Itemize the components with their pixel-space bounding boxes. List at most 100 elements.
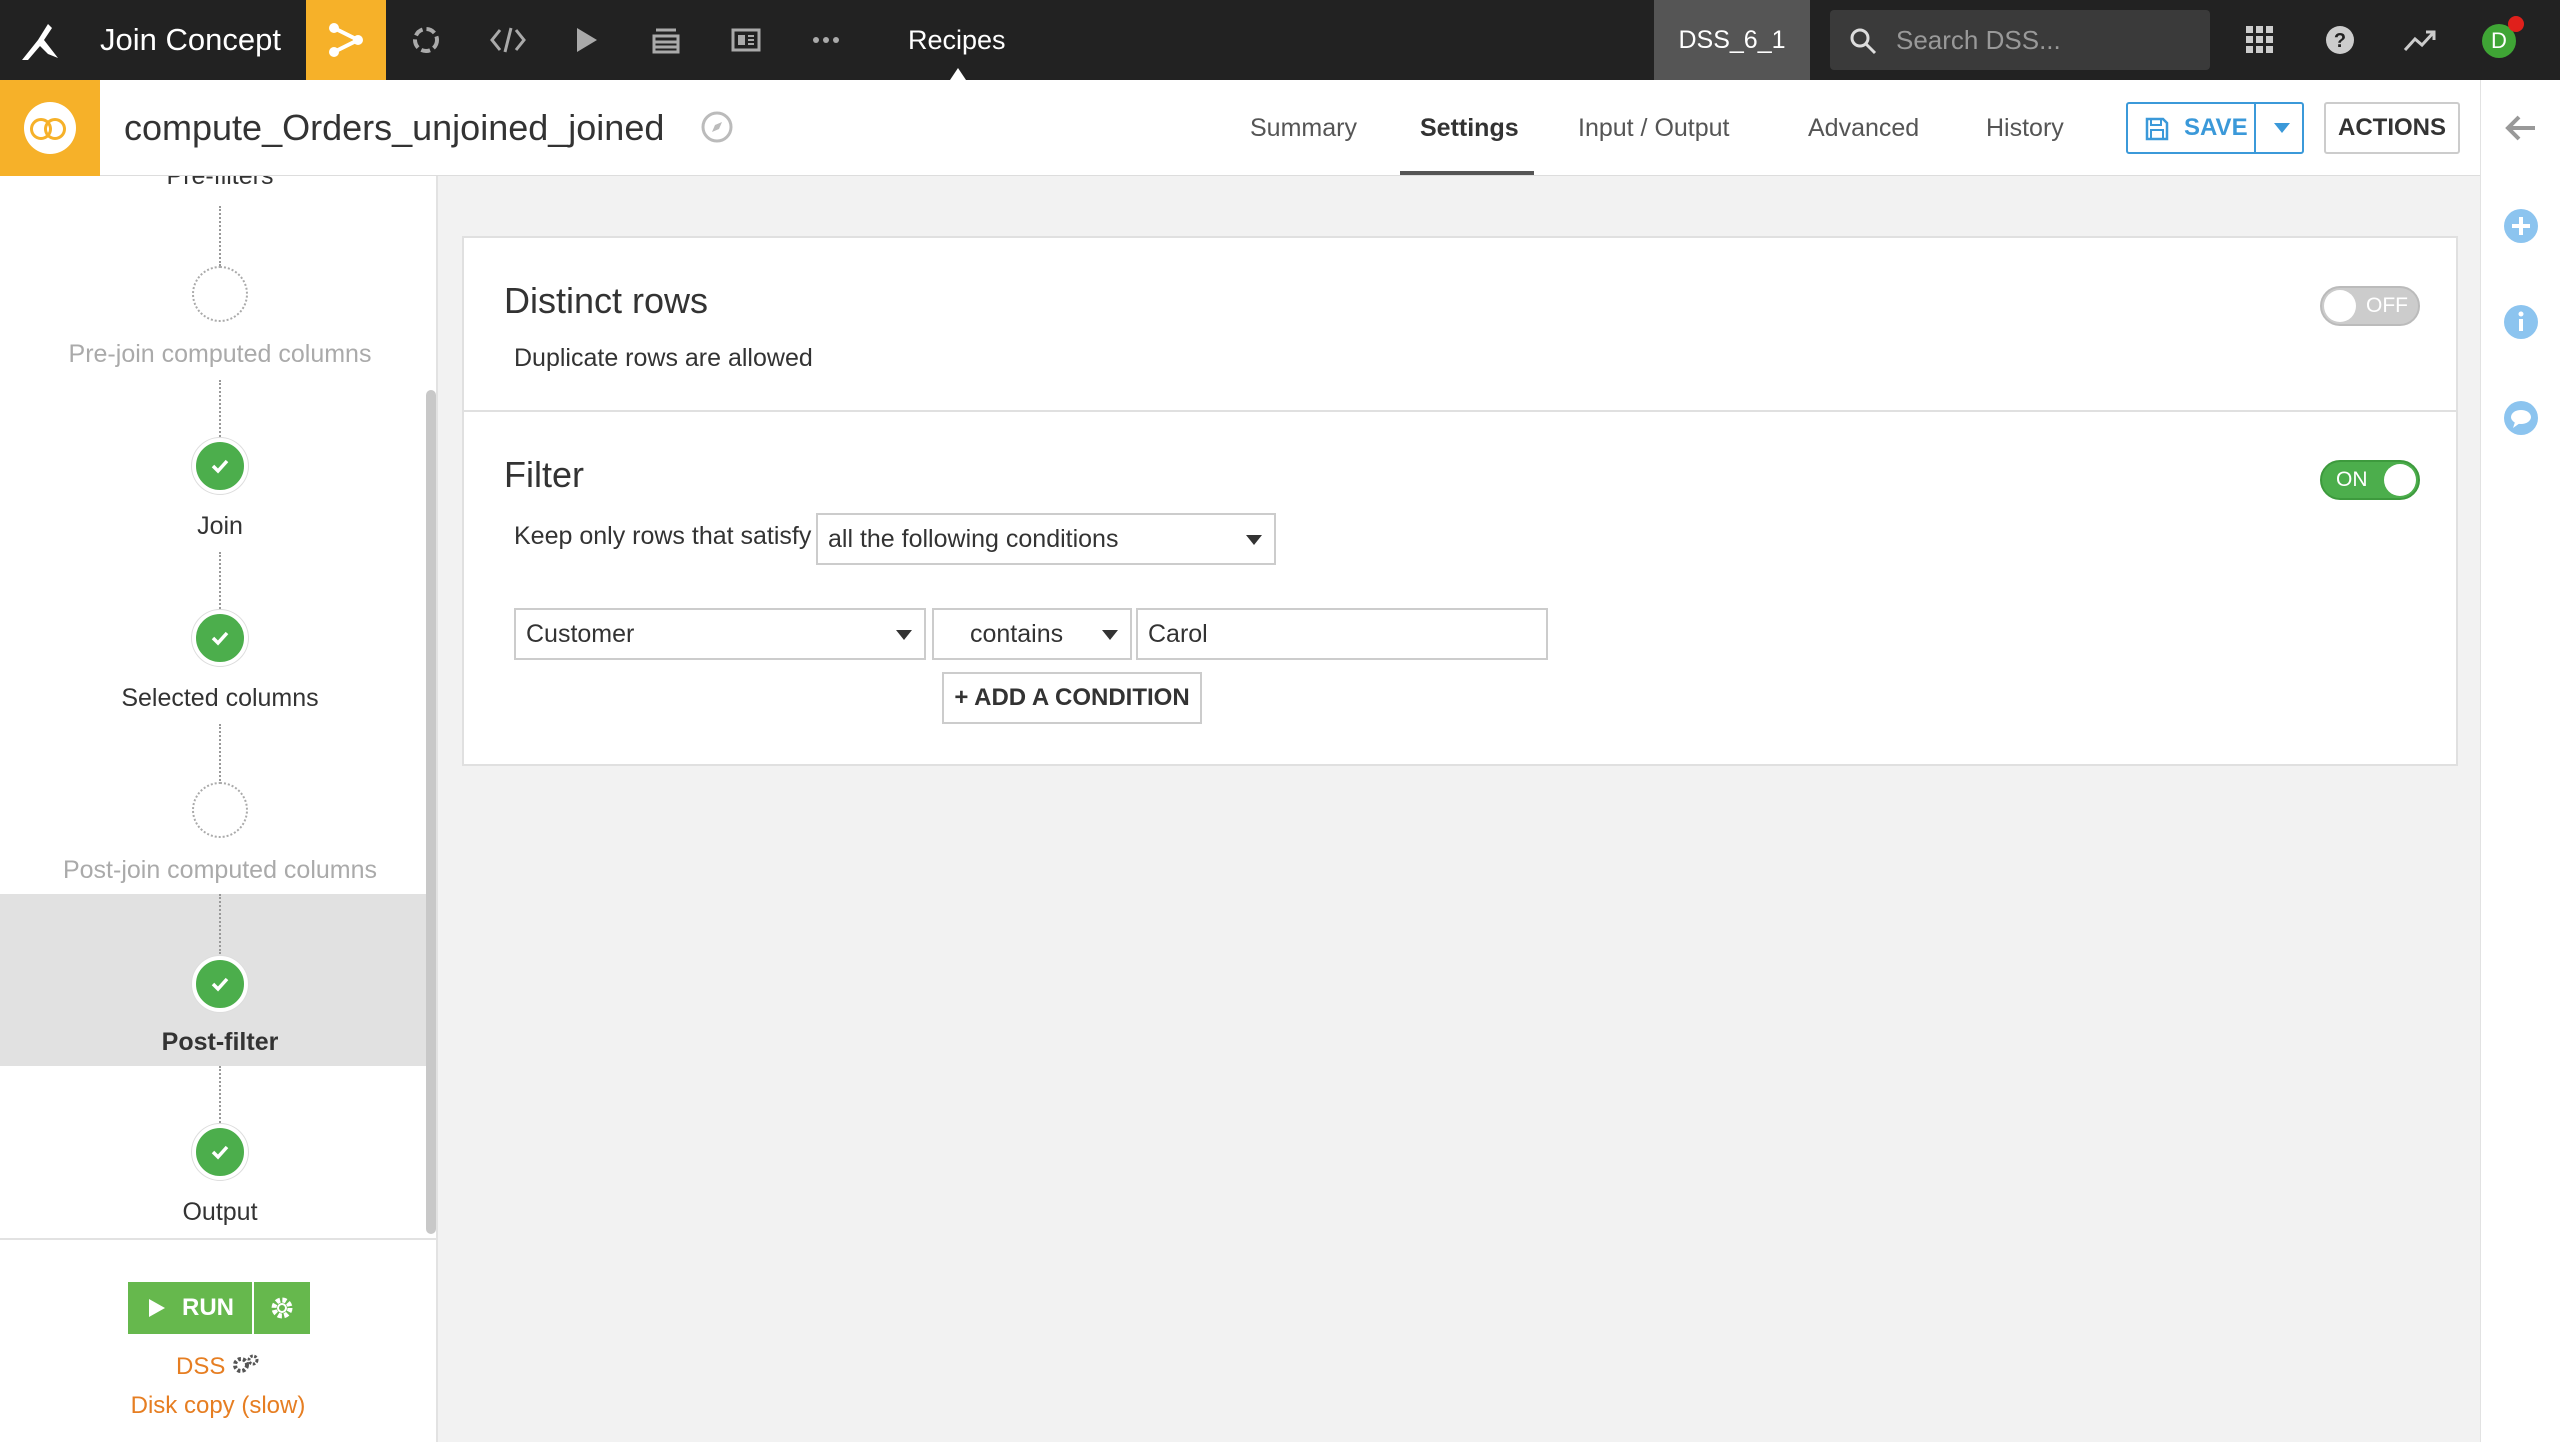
- step-status-done: [192, 438, 248, 494]
- distinct-rows-card: Distinct rows Duplicate rows are allowed…: [462, 236, 2458, 412]
- search-box[interactable]: [1830, 10, 2210, 70]
- step-join[interactable]: Join: [0, 412, 428, 584]
- toggle-label: ON: [2336, 468, 2368, 491]
- step-label-pre-filters[interactable]: Pre-filters: [0, 176, 436, 191]
- steps-scrollbar[interactable]: [426, 390, 436, 1234]
- step-connector: [219, 894, 221, 954]
- step-label: Selected columns: [121, 684, 319, 712]
- more-icon: [813, 37, 839, 43]
- step-label: Join: [197, 512, 243, 540]
- step-pre-join-computed-columns[interactable]: Pre-join computed columns: [0, 240, 428, 412]
- step-label: Pre-join computed columns: [68, 340, 372, 368]
- toggle-knob: [2384, 464, 2416, 496]
- run-button[interactable]: RUN: [128, 1282, 252, 1334]
- floppy-icon: [2145, 117, 2169, 141]
- stack-icon: [652, 28, 680, 54]
- help-button[interactable]: ?: [2300, 0, 2380, 80]
- help-icon: ?: [2326, 26, 2354, 54]
- search-input[interactable]: [1896, 10, 2196, 70]
- recipe-steps-panel: Pre-filters Pre-join computed columns Jo…: [0, 176, 438, 1442]
- chevron-down-icon: [1246, 535, 1262, 545]
- chat-bubble-icon[interactable]: [2501, 398, 2541, 438]
- code-icon: [490, 27, 526, 53]
- code-nav-button[interactable]: [466, 0, 546, 80]
- instance-badge[interactable]: DSS_6_1: [1654, 0, 1810, 80]
- chevron-down-icon: [1102, 630, 1118, 640]
- notification-dot: [2508, 16, 2524, 32]
- section-caret: [950, 68, 966, 80]
- checkmark-icon: [211, 977, 229, 992]
- step-status-done: [192, 610, 248, 666]
- jobs-nav-button[interactable]: [386, 0, 466, 80]
- play-icon: [577, 28, 597, 52]
- flow-button[interactable]: [306, 0, 386, 80]
- filter-prompt: Keep only rows that satisfy: [514, 522, 812, 550]
- distinct-rows-description: Duplicate rows are allowed: [514, 344, 813, 372]
- toggle-knob: [2324, 290, 2356, 322]
- play-icon: [149, 1299, 165, 1317]
- search-icon: [1850, 28, 1877, 55]
- save-button[interactable]: SAVE: [2126, 102, 2304, 154]
- filter-title: Filter: [504, 454, 584, 495]
- filter-toggle[interactable]: ON: [2320, 460, 2420, 500]
- active-tab-underline: [1400, 171, 1534, 175]
- stack-nav-button[interactable]: [626, 0, 706, 80]
- gear-icon: [271, 1297, 293, 1319]
- engine-detail[interactable]: Disk copy (slow): [0, 1392, 436, 1420]
- top-navigation-bar: Join Concept Recipes DSS_6_1 ?: [0, 0, 2560, 80]
- run-settings-button[interactable]: [254, 1282, 310, 1334]
- condition-operator-value: contains: [970, 620, 1064, 648]
- gears-icon: [233, 1354, 259, 1373]
- apps-button[interactable]: [2220, 0, 2300, 80]
- condition-column-value: Customer: [526, 620, 635, 648]
- condition-value-input[interactable]: [1136, 608, 1548, 660]
- svg-text:?: ?: [2334, 30, 2346, 52]
- save-dropdown-caret[interactable]: [2274, 123, 2290, 133]
- join-recipe-icon: [0, 80, 100, 176]
- step-post-filter[interactable]: Post-filter: [0, 894, 428, 1066]
- step-label: Output: [182, 1198, 258, 1226]
- add-condition-button[interactable]: + ADD A CONDITION: [942, 672, 1202, 724]
- tab-settings[interactable]: Settings: [1420, 80, 1519, 176]
- right-rail: [2480, 80, 2560, 1442]
- join-recipe-icon-circle: [24, 102, 76, 154]
- chevron-down-icon: [896, 630, 912, 640]
- engine-label[interactable]: DSS: [0, 1352, 436, 1381]
- tab-history[interactable]: History: [1986, 80, 2064, 176]
- tab-summary[interactable]: Summary: [1250, 80, 1357, 176]
- step-status-done: [192, 956, 248, 1012]
- jobs-icon: [413, 27, 439, 53]
- checkmark-icon: [211, 1145, 229, 1160]
- run-area: RUN DSS Disk copy (slow): [0, 1238, 436, 1442]
- step-label: Post-join computed columns: [62, 856, 378, 884]
- toggle-label: OFF: [2366, 294, 2408, 317]
- distinct-rows-toggle[interactable]: OFF: [2320, 286, 2420, 326]
- dashboard-icon: [731, 28, 761, 52]
- more-nav-button[interactable]: [786, 0, 866, 80]
- run-label: RUN: [182, 1294, 234, 1321]
- distinct-rows-title: Distinct rows: [504, 280, 709, 321]
- step-selected-columns[interactable]: Selected columns: [0, 584, 428, 756]
- checkmark-icon: [211, 459, 229, 474]
- recipe-title[interactable]: compute_Orders_unjoined_joined: [124, 80, 664, 176]
- back-arrow-icon[interactable]: [2501, 108, 2541, 148]
- condition-column-select[interactable]: Customer: [514, 608, 926, 660]
- plus-circle-icon[interactable]: [2501, 206, 2541, 246]
- save-separator: [2254, 104, 2256, 152]
- filter-mode-select[interactable]: all the following conditions: [816, 513, 1276, 565]
- run-nav-button[interactable]: [546, 0, 626, 80]
- compass-icon[interactable]: [700, 110, 734, 144]
- tab-input-output[interactable]: Input / Output: [1578, 80, 1730, 176]
- info-circle-icon[interactable]: [2501, 302, 2541, 342]
- project-name[interactable]: Join Concept: [100, 0, 281, 80]
- actions-button[interactable]: ACTIONS: [2324, 102, 2460, 154]
- dashboard-nav-button[interactable]: [706, 0, 786, 80]
- join-ring-right: [44, 118, 66, 140]
- filter-card: Filter ON Keep only rows that satisfy: [462, 410, 2458, 766]
- activity-button[interactable]: [2380, 0, 2460, 80]
- tab-advanced[interactable]: Advanced: [1808, 80, 1919, 176]
- recipe-header: compute_Orders_unjoined_joined Summary S…: [0, 80, 2480, 176]
- dataiku-bird-logo[interactable]: [18, 18, 64, 64]
- condition-operator-select[interactable]: contains: [932, 608, 1132, 660]
- step-status-empty: [192, 782, 248, 838]
